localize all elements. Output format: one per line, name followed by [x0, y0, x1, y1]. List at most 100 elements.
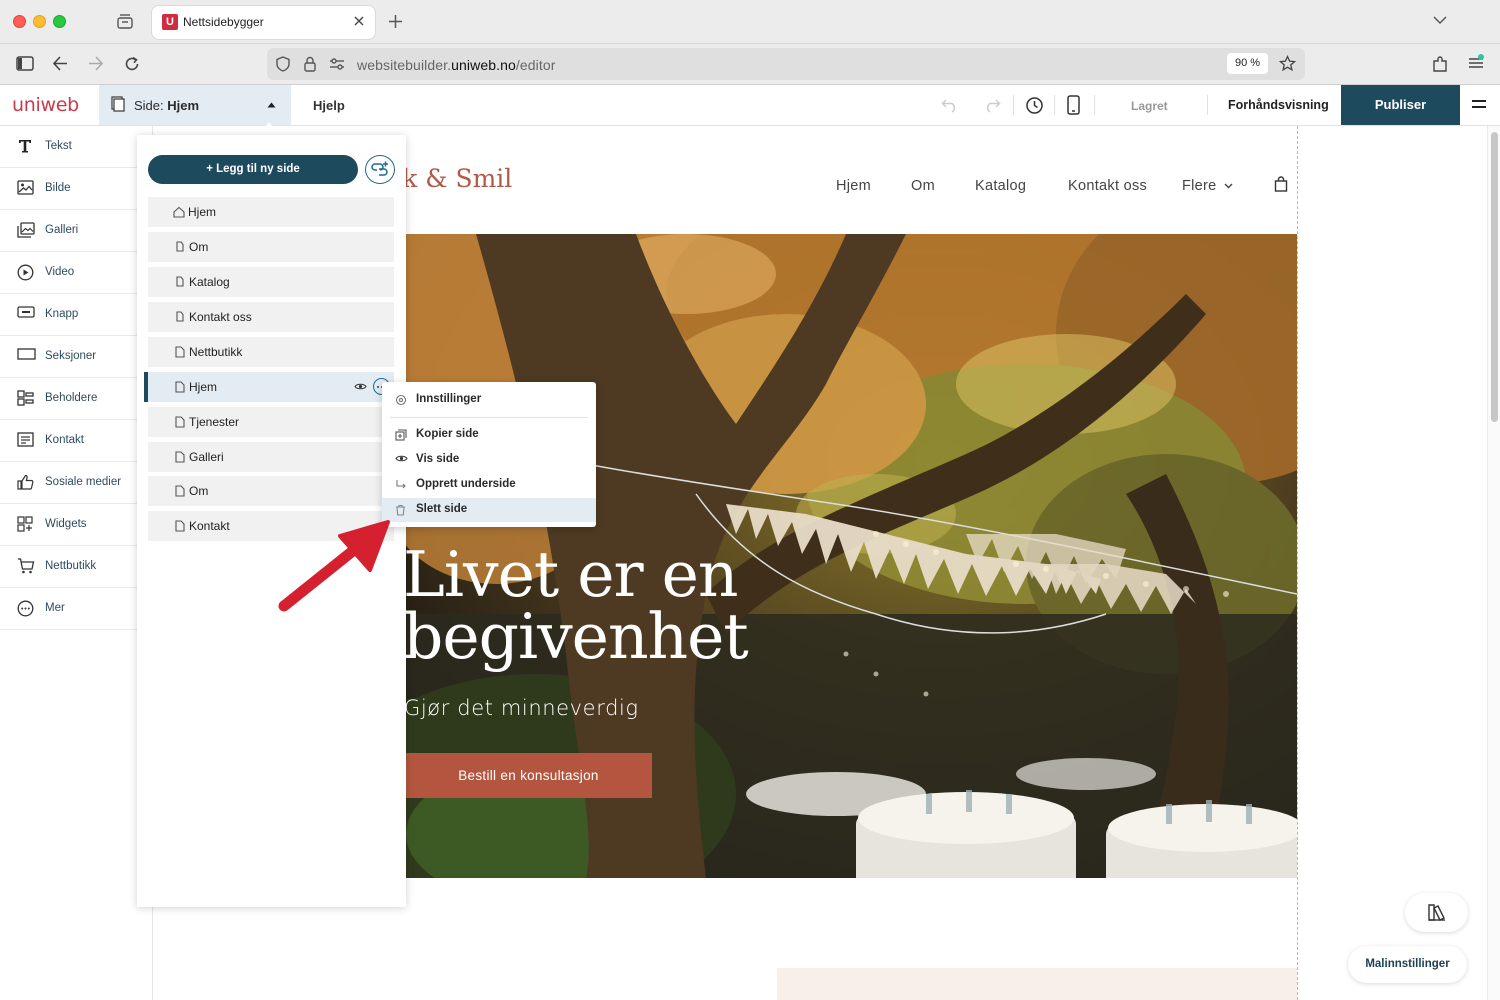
shield-icon[interactable]: [276, 56, 290, 72]
sidebar-item-social-media[interactable]: Sosiale medier: [0, 462, 137, 504]
browser-tab[interactable]: U Nettsidebygger: [152, 6, 375, 39]
eye-icon[interactable]: [354, 382, 367, 391]
add-page-button[interactable]: + Legg til ny side: [148, 155, 358, 184]
hero-subtitle[interactable]: Gjør det minneverdig: [404, 696, 639, 720]
page-item-label: Hjem: [189, 380, 218, 394]
hamburger-menu-icon[interactable]: [1472, 98, 1486, 110]
page-item-gallery[interactable]: Galleri: [148, 442, 394, 472]
favicon-icon: U: [162, 14, 178, 30]
lock-icon[interactable]: [304, 56, 316, 72]
subpage-icon: [176, 241, 184, 252]
history-icon[interactable]: [1025, 96, 1044, 115]
help-link[interactable]: Hjelp: [313, 98, 345, 113]
video-icon: [17, 264, 34, 281]
bookmark-star-icon[interactable]: [1279, 55, 1296, 72]
page-item-about[interactable]: Om: [148, 476, 394, 506]
minimize-window-button[interactable]: [33, 15, 46, 28]
menu-item-label: Vis side: [416, 453, 460, 465]
link-icon: [371, 161, 388, 176]
sidebar-item-button[interactable]: Knapp: [0, 294, 137, 336]
toolbar-divider: [1094, 95, 1095, 115]
zoom-window-button[interactable]: [53, 15, 66, 28]
tab-title: Nettsidebygger: [183, 15, 264, 29]
template-settings-button[interactable]: Malinnstillinger: [1348, 946, 1467, 983]
notification-dot: [1478, 54, 1484, 60]
sidebar-item-label: Bilde: [45, 182, 71, 194]
copy-icon: [395, 429, 407, 441]
page-item-catalog-sub[interactable]: Katalog: [148, 267, 394, 297]
undo-icon[interactable]: [941, 97, 959, 113]
menu-item-view-page[interactable]: Vis side: [382, 448, 596, 472]
sidebar-item-image[interactable]: Bilde: [0, 168, 137, 210]
sidebar-item-containers[interactable]: Beholdere: [0, 378, 137, 420]
contact-form-icon: [17, 432, 34, 447]
close-window-button[interactable]: [13, 15, 26, 28]
tab-overview-icon[interactable]: [116, 13, 134, 30]
menu-item-settings[interactable]: Innstillinger: [382, 388, 596, 412]
back-arrow-icon[interactable]: [52, 56, 68, 71]
elements-sidebar: Tekst Bilde Galleri Video Knapp Seksjone…: [0, 126, 153, 1000]
add-link-button[interactable]: [365, 155, 395, 184]
sidebar-item-label: Beholdere: [45, 392, 98, 404]
sidebar-item-label: Nettbutikk: [45, 560, 97, 572]
page-item-label: Nettbutikk: [189, 345, 243, 359]
page-item-services[interactable]: Tjenester: [148, 407, 394, 437]
site-settings-icon[interactable]: [329, 57, 345, 71]
chevron-down-icon[interactable]: [1433, 15, 1447, 25]
sidebar-toggle-icon[interactable]: [16, 56, 34, 71]
menu-divider: [390, 417, 588, 418]
sidebar-item-webshop[interactable]: Nettbutikk: [0, 546, 137, 588]
extensions-icon[interactable]: [1432, 56, 1448, 73]
forward-arrow-icon[interactable]: [88, 56, 104, 71]
hero-title[interactable]: Livet er en begivenhet: [403, 543, 1003, 668]
site-nav-contact[interactable]: Kontakt oss: [1068, 178, 1147, 194]
button-icon: [17, 306, 35, 318]
sidebar-item-video[interactable]: Video: [0, 252, 137, 294]
sidebar-item-contact[interactable]: Kontakt: [0, 420, 137, 462]
browser-tab-bar: U Nettsidebygger: [0, 0, 1500, 44]
uniweb-logo[interactable]: uniweb: [12, 94, 79, 116]
sidebar-item-more[interactable]: Mer: [0, 588, 137, 630]
reload-icon[interactable]: [124, 56, 140, 72]
sidebar-item-text[interactable]: Tekst: [0, 126, 137, 168]
menu-item-copy-page[interactable]: Kopier side: [382, 423, 596, 447]
page-scrollbar[interactable]: [1487, 126, 1500, 1000]
site-nav-home[interactable]: Hjem: [836, 178, 871, 194]
sidebar-item-widgets[interactable]: Widgets: [0, 504, 137, 546]
publish-button[interactable]: Publiser: [1341, 85, 1460, 125]
zoom-level[interactable]: 90 %: [1227, 53, 1268, 74]
subpage-icon: [176, 311, 184, 322]
page-item-home[interactable]: Hjem: [148, 197, 394, 227]
page-item-label: Galleri: [189, 450, 224, 464]
page-item-webshop[interactable]: Nettbutikk: [148, 337, 394, 367]
page-item-home-selected[interactable]: Hjem: [144, 372, 394, 402]
page-item-about-sub[interactable]: Om: [148, 232, 394, 262]
shopping-bag-icon[interactable]: [1274, 176, 1288, 192]
hero-cta-button[interactable]: Bestill en konsultasjon: [405, 753, 652, 798]
site-nav-about[interactable]: Om: [911, 178, 935, 194]
mobile-view-icon[interactable]: [1067, 95, 1080, 115]
menu-item-create-subpage[interactable]: Opprett underside: [382, 473, 596, 497]
image-icon: [17, 180, 34, 195]
preview-button[interactable]: Forhåndsvisning: [1228, 98, 1329, 112]
scroll-thumb[interactable]: [1491, 132, 1498, 422]
new-tab-icon[interactable]: [388, 14, 403, 29]
cart-icon: [17, 558, 35, 574]
home-icon: [173, 206, 185, 218]
next-section[interactable]: [777, 968, 1297, 1000]
site-nav-more[interactable]: Flere: [1182, 178, 1233, 194]
page-context-menu: Innstillinger Kopier side Vis side Oppre…: [382, 382, 596, 527]
page-item-contact-us-sub[interactable]: Kontakt oss: [148, 302, 394, 332]
menu-item-delete-page[interactable]: Slett side: [382, 498, 596, 522]
design-style-button[interactable]: [1405, 893, 1468, 932]
redo-icon[interactable]: [983, 97, 1001, 113]
gallery-icon: [17, 222, 35, 238]
menu-item-label: Slett side: [416, 503, 468, 515]
address-bar[interactable]: websitebuilder.uniweb.no/editor 90 %: [267, 48, 1305, 80]
sidebar-item-sections[interactable]: Seksjoner: [0, 336, 137, 378]
subpage-arrow-icon: [395, 479, 407, 491]
page-selector[interactable]: Side: Hjem: [99, 85, 291, 125]
close-tab-icon[interactable]: [353, 15, 365, 27]
site-nav-catalog[interactable]: Katalog: [975, 178, 1026, 194]
sidebar-item-gallery[interactable]: Galleri: [0, 210, 137, 252]
